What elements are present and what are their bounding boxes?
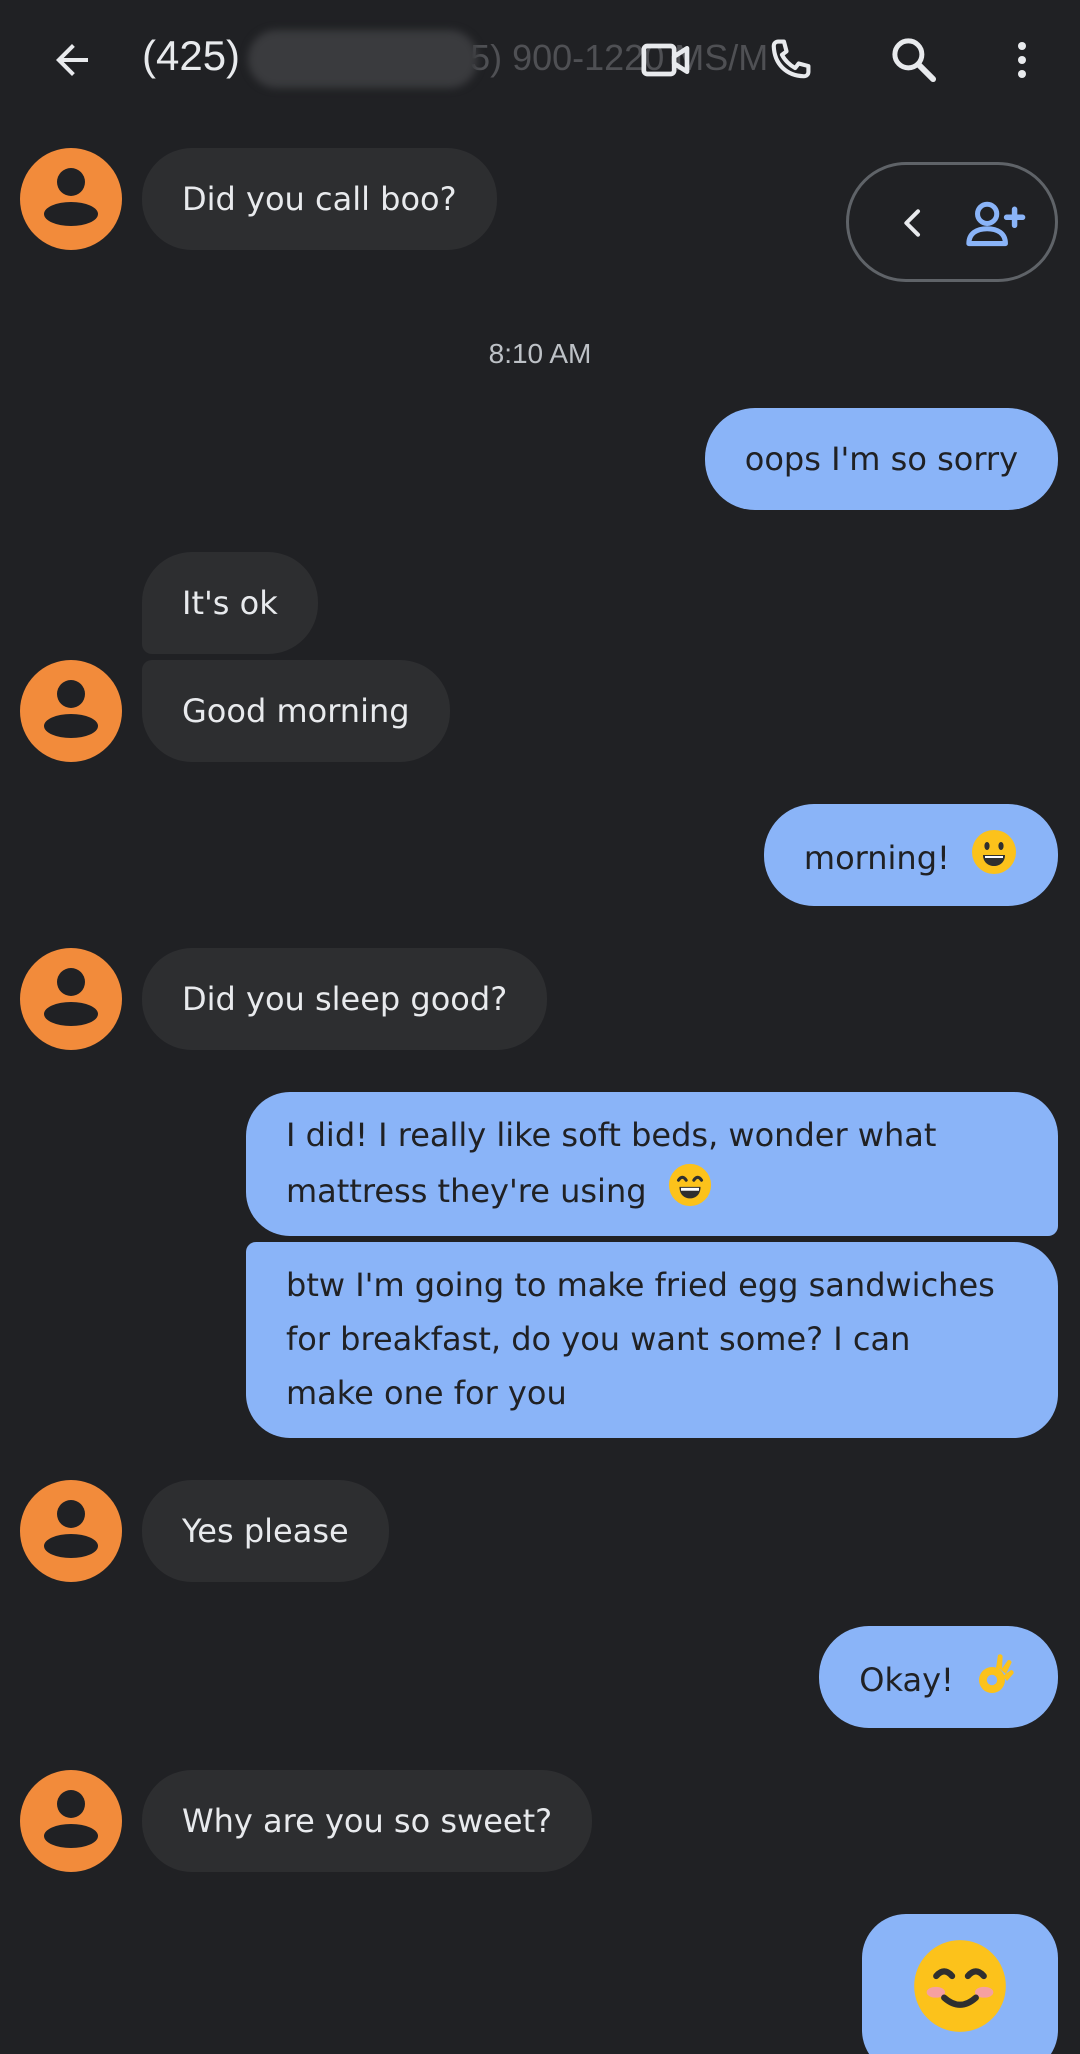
video-call-button[interactable] [634,28,698,92]
incoming-message[interactable]: It's ok [142,552,318,654]
phone-icon [771,39,811,79]
phone-call-button[interactable] [758,28,822,92]
message-text-line: btw I'm going to make fried egg sandwich… [286,1266,995,1304]
search-icon [892,38,937,83]
ok-hand-emoji-icon [974,1650,1018,1714]
message-text: morning! [803,839,950,877]
avatar-body [44,714,98,738]
chevron-left-icon [904,209,920,237]
avatar-head [57,168,85,196]
outgoing-message[interactable]: I did! I really like soft beds, wonder w… [246,1092,1058,1236]
avatar-head [57,680,85,708]
message-text: Did you sleep good? [182,980,508,1018]
message-text: Did you call boo? [182,180,457,218]
avatar-body [44,1534,98,1558]
incoming-message[interactable]: Yes please [142,1480,389,1582]
add-contact-button[interactable] [959,191,1029,255]
back-button[interactable] [44,32,100,88]
contact-number-faded: 5) 900-1220 MS/M [470,37,769,79]
contact-actions-chip[interactable] [846,162,1058,282]
collapse-button[interactable] [885,195,941,251]
avatar-head [57,968,85,996]
avatar-head [57,1790,85,1818]
search-button[interactable] [882,28,946,92]
incoming-message[interactable]: Did you sleep good? [142,948,548,1050]
person-add-icon [966,201,1026,247]
arrow-back-icon [56,44,88,76]
message-text-line: make one for you [286,1374,567,1412]
message-text-line-with-emoji: mattress they're using [286,1162,1018,1224]
contact-avatar[interactable] [20,948,122,1050]
grinning-face-smiling-eyes-emoji-icon [667,1162,713,1224]
grinning-face-emoji-icon [970,828,1018,892]
conversation-screen: (425) 5) 900-1220 MS/M Did you call boo?… [0,0,1080,2054]
avatar-body [44,1824,98,1848]
message-text-line: for breakfast, do you want some? I can [286,1320,911,1358]
message-text-line: I did! I really like soft beds, wonder w… [286,1116,937,1154]
outgoing-message[interactable]: btw I'm going to make fried egg sandwich… [246,1242,1058,1438]
message-text: Yes please [182,1512,349,1550]
smiling-face-blushing-emoji-icon [910,1936,1010,2052]
message-text: Why are you so sweet? [182,1802,553,1840]
outgoing-message[interactable]: Okay! [819,1626,1058,1728]
outgoing-message[interactable]: morning! [763,804,1058,906]
contact-avatar[interactable] [20,148,122,250]
message-text: mattress they're using [286,1172,647,1210]
avatar-body [44,202,98,226]
outgoing-emoji-message[interactable] [862,1914,1058,2054]
video-camera-icon [641,43,690,77]
more-options-button[interactable] [990,28,1054,92]
redacted-area [248,30,479,88]
message-text: oops I'm so sorry [744,440,1018,478]
message-text: Okay! [859,1661,954,1699]
contact-avatar[interactable] [20,1770,122,1872]
incoming-message[interactable]: Why are you so sweet? [142,1770,593,1872]
incoming-message[interactable]: Did you call boo? [142,148,497,250]
message-timestamp: 8:10 AM [488,338,592,369]
contact-avatar[interactable] [20,660,122,762]
avatar-head [57,1500,85,1528]
message-text: Good morning [182,692,410,730]
incoming-message[interactable]: Good morning [142,660,450,762]
more-vert-icon [1018,42,1026,78]
avatar-body [44,1002,98,1026]
outgoing-message[interactable]: oops I'm so sorry [704,408,1058,510]
contact-number: (425) [142,32,241,80]
message-text: It's ok [182,584,278,622]
app-bar: (425) 5) 900-1220 MS/M [0,0,1080,118]
contact-avatar[interactable] [20,1480,122,1582]
